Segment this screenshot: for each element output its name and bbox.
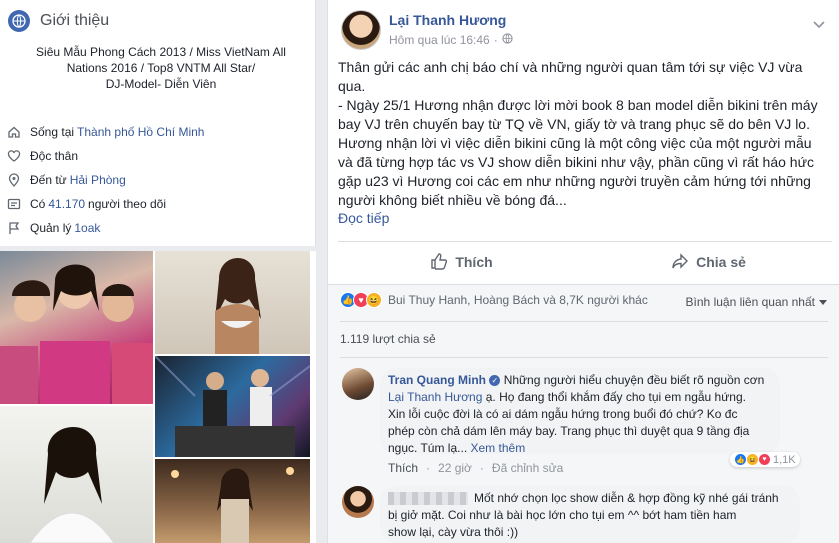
dot-separator: ·	[493, 33, 498, 47]
heart-icon	[6, 148, 22, 164]
post-card: Lại Thanh Hương Hôm qua lúc 16:46 · Thân…	[327, 0, 839, 543]
dot-separator: ·	[426, 461, 431, 475]
bio-line: Siêu Mẫu Phong Cách 2013 / Miss VietNam …	[36, 45, 286, 59]
comment-text: show lại, cày vừa thôi :))	[388, 525, 519, 539]
comment-text: ạ. Họ đang thổi khắm đấy cho tụi em ngẫu…	[485, 390, 746, 404]
comment-reactions[interactable]: 👍 😆 ♥ 1,1K	[730, 452, 800, 467]
share-arrow-icon	[671, 252, 689, 273]
comment-sort-dropdown[interactable]: Bình luận liên quan nhất	[686, 295, 827, 309]
divider	[340, 357, 828, 358]
info-list: Sống tại Thành phố Hồ Chí Minh Độc thân …	[6, 120, 306, 240]
post-body: Thân gửi các anh chị báo chí và những ng…	[338, 58, 832, 210]
photo-thumbnail[interactable]	[0, 406, 153, 543]
info-from: Đến từ Hải Phòng	[6, 168, 306, 192]
thumbs-up-icon	[430, 252, 448, 273]
relationship-status: Độc thân	[30, 149, 79, 163]
info-label: Quản lý	[30, 221, 72, 235]
like-label: Thích	[455, 254, 493, 270]
bio-text: Siêu Mẫu Phong Cách 2013 / Miss VietNam …	[16, 44, 306, 92]
post-text-line: Hương nhận lời vì việc diễn bikini cũng …	[338, 135, 812, 151]
photo-thumbnail[interactable]	[155, 459, 310, 543]
post-text-line: người không biết nhiều về bóng đá...	[338, 192, 567, 208]
info-label: Đến từ	[30, 173, 67, 187]
comment-like-link[interactable]: Thích	[388, 461, 418, 475]
author-avatar[interactable]	[341, 10, 381, 50]
photo-thumbnail[interactable]	[155, 251, 310, 354]
post-text-line: gặp u23 vì Hương coi các em như những ng…	[338, 173, 811, 189]
info-label: người theo dõi	[88, 197, 166, 211]
info-followers: Có 41.170 người theo dõi	[6, 192, 306, 216]
post-actions: Thích Chia sẻ	[338, 242, 832, 282]
like-button[interactable]: Thích	[338, 242, 585, 282]
post-text-line: bay VJ trên chuyến bay từ TQ về VN, giấy…	[338, 116, 810, 132]
post-timestamp[interactable]: Hôm qua lúc 16:46	[389, 33, 490, 47]
comment-timestamp[interactable]: 22 giờ	[438, 461, 472, 475]
intro-header: Giới thiệu	[8, 10, 109, 32]
share-label: Chia sẻ	[696, 254, 746, 270]
comment-bubble: Tran Quang Minh ✓ Những người hiểu chuyệ…	[380, 368, 780, 455]
see-more-link[interactable]: Xem thêm	[471, 441, 526, 455]
caret-down-icon	[819, 295, 827, 309]
info-relationship: Độc thân	[6, 144, 306, 168]
dot-separator: ·	[479, 461, 484, 475]
post-meta: Hôm qua lúc 16:46 ·	[389, 33, 513, 47]
read-more-link[interactable]: Đọc tiếp	[338, 210, 389, 226]
info-lives: Sống tại Thành phố Hồ Chí Minh	[6, 120, 306, 144]
haha-reaction-icon: 😆	[366, 292, 382, 308]
reactors-text[interactable]: Bui Thuy Hanh, Hoàng Bách và 8,7K người …	[388, 293, 648, 307]
info-label: Sống tại	[30, 125, 75, 139]
public-globe-icon	[502, 33, 513, 47]
from-city-link[interactable]: Hải Phòng	[70, 173, 126, 187]
love-reaction-icon: ♥	[758, 453, 771, 466]
comment-bubble: Mốt nhớ chọn lọc show diễn & hợp đồng kỹ…	[380, 486, 800, 543]
location-pin-icon	[6, 172, 22, 188]
flag-icon	[6, 220, 22, 236]
photo-grid	[0, 251, 316, 543]
sort-label: Bình luận liên quan nhất	[685, 295, 815, 309]
comment-text: Những người hiểu chuyện đều biết rõ nguồ…	[503, 373, 765, 387]
intro-card: Giới thiệu Siêu Mẫu Phong Cách 2013 / Mi…	[0, 0, 316, 543]
photo-thumbnail[interactable]	[0, 251, 153, 404]
post-text-line: Thân gửi các anh chị báo chí và những ng…	[338, 59, 803, 75]
verified-badge-icon: ✓	[489, 375, 501, 387]
manager-link[interactable]: 1oak	[74, 221, 100, 235]
comment-text: Xin lỗi cuộc đời là có ai dám ngẫu hứng …	[388, 407, 738, 421]
divider	[340, 321, 828, 322]
info-label: Có	[30, 197, 46, 211]
bio-line: Nations 2016 / Top8 VNTM All Star/	[66, 61, 256, 75]
lives-city-link[interactable]: Thành phố Hồ Chí Minh	[77, 125, 204, 139]
comment-text: Mốt nhớ chọn lọc show diễn & hợp đồng kỹ…	[474, 491, 779, 505]
comment-text: phép còn chả dám lên máy bay. Trang phục…	[388, 424, 750, 438]
home-icon	[6, 124, 22, 140]
reaction-count: 1,1K	[773, 453, 796, 466]
post-options-chevron-icon[interactable]	[813, 16, 825, 34]
globe-icon	[8, 10, 30, 32]
mention-link[interactable]: Lại Thanh Hương	[388, 390, 482, 404]
commenter-name[interactable]: Tran Quang Minh	[388, 373, 486, 387]
comment-text: ngục. Túm lạ...	[388, 441, 468, 455]
comment-meta: Thích · 22 giờ · Đã chỉnh sửa	[388, 461, 563, 475]
post-text-line: qua.	[338, 78, 366, 94]
comment-text: bị giở mặt. Coi như là bài học lớn cho t…	[388, 508, 737, 522]
commenter-avatar[interactable]	[342, 486, 374, 518]
intro-title: Giới thiệu	[40, 12, 110, 29]
blurred-commenter-name	[388, 492, 468, 506]
photo-thumbnail[interactable]	[155, 356, 310, 457]
post-text-line: và đã từng hợp tác vs VJ show diễn bikin…	[338, 154, 814, 170]
share-count[interactable]: 1.119 lượt chia sẻ	[340, 332, 436, 346]
info-manager: Quản lý 1oak	[6, 216, 306, 240]
reaction-summary[interactable]: 👍 ♥ 😆 Bui Thuy Hanh, Hoàng Bách và 8,7K …	[340, 292, 648, 308]
post-text-line: - Ngày 25/1 Hương nhận được lời mời book…	[338, 97, 818, 113]
edited-label[interactable]: Đã chỉnh sửa	[492, 461, 563, 475]
bio-line: DJ-Model- Diễn Viên	[105, 77, 217, 91]
author-name[interactable]: Lại Thanh Hương	[389, 12, 506, 28]
share-button[interactable]: Chia sẻ	[585, 242, 832, 282]
commenter-avatar[interactable]	[342, 368, 374, 400]
followers-icon	[6, 196, 22, 212]
followers-count-link[interactable]: 41.170	[48, 197, 85, 211]
